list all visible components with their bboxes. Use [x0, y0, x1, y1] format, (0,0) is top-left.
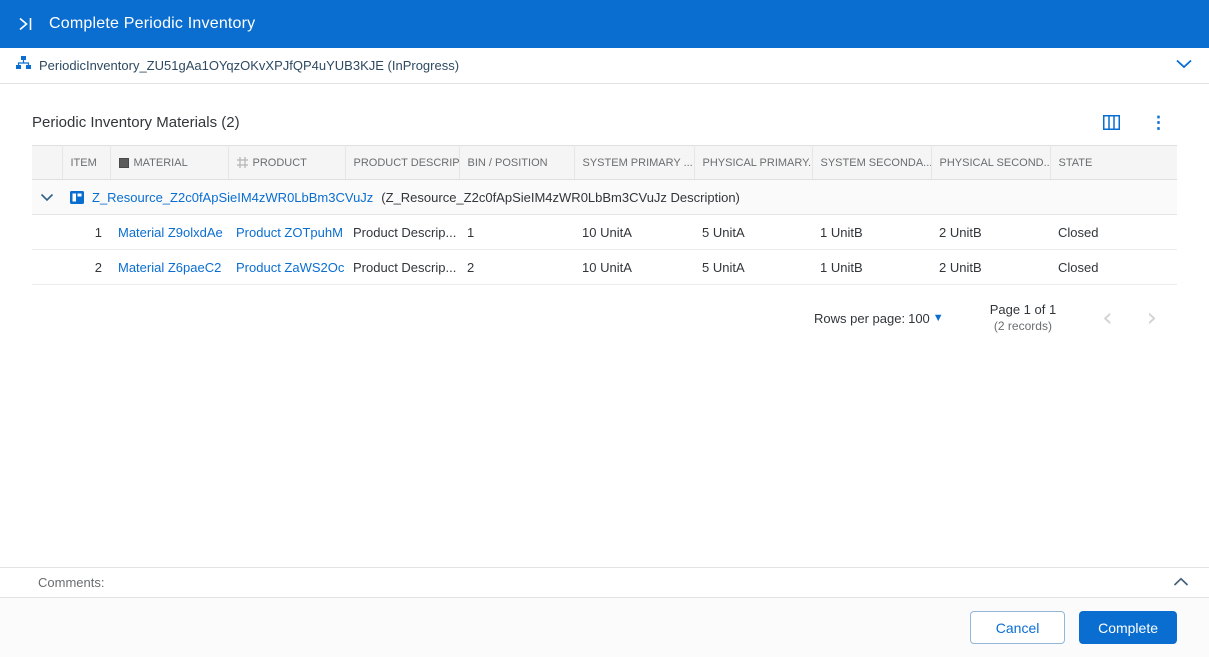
- order-header-bar: PeriodicInventory_ZU51gAa1OYqzOKvXPJfQP4…: [0, 48, 1209, 84]
- caret-down-icon: ▼: [932, 312, 944, 324]
- table-row: 2 Material Z6paeC2 Product ZaWS2Oc Produ…: [32, 249, 1177, 285]
- cell-system-primary: 10 UnitA: [574, 249, 694, 285]
- col-system-secondary[interactable]: SYSTEM SECONDA...: [812, 145, 932, 180]
- col-item[interactable]: ITEM: [62, 145, 111, 180]
- pagination-bar: Rows per page: 100 ▼ Page 1 of 1 (2 recor…: [32, 285, 1177, 349]
- complete-periodic-inventory-window: Complete Periodic Inventory PeriodicInve…: [0, 0, 1209, 657]
- cell-system-secondary: 1 UnitB: [812, 214, 931, 250]
- cancel-button[interactable]: Cancel: [970, 611, 1066, 644]
- cell-item: 1: [62, 214, 110, 250]
- cell-material: Material Z9olxdAe: [110, 214, 228, 250]
- col-material[interactable]: MATERIAL: [110, 145, 229, 180]
- cell-product-description: Product Descrip...: [345, 214, 459, 250]
- rows-per-page-value: 100: [908, 310, 930, 326]
- material-column-icon: [118, 157, 129, 168]
- material-link[interactable]: Material Z9olxdAe: [118, 225, 223, 240]
- expand-comments-chevron-up-icon[interactable]: [1173, 575, 1189, 590]
- col-physical-primary[interactable]: PHYSICAL PRIMARY...: [694, 145, 813, 180]
- cell-physical-secondary: 2 UnitB: [931, 214, 1050, 250]
- cell-product-description: Product Descrip...: [345, 249, 459, 285]
- resource-icon: [70, 190, 84, 204]
- cell-bin-position: 1: [459, 214, 574, 250]
- col-system-primary[interactable]: SYSTEM PRIMARY ...: [574, 145, 695, 180]
- columns-icon: [1103, 115, 1120, 130]
- records-label: (2 records): [993, 319, 1052, 333]
- cell-physical-primary: 5 UnitA: [694, 249, 812, 285]
- empty-area: [32, 349, 1177, 567]
- cell-system-secondary: 1 UnitB: [812, 249, 931, 285]
- comments-label: Comments:: [38, 575, 105, 590]
- collapse-group-chevron-down-icon[interactable]: [40, 190, 54, 205]
- col-state[interactable]: STATE: [1050, 145, 1177, 180]
- page-title: Complete Periodic Inventory: [49, 15, 256, 32]
- main-content: Periodic Inventory Materials (2) ⋮ ITEM …: [0, 84, 1209, 567]
- previous-page-icon[interactable]: ‹: [1102, 305, 1112, 331]
- materials-section-title: Periodic Inventory Materials (2): [32, 114, 240, 131]
- cell-physical-primary: 5 UnitA: [694, 214, 812, 250]
- cell-system-primary: 10 UnitA: [574, 214, 694, 250]
- col-bin-position[interactable]: BIN / POSITION: [459, 145, 575, 180]
- cell-state: Closed: [1050, 214, 1177, 250]
- collapse-order-chevron-down-icon[interactable]: [1175, 57, 1193, 75]
- product-link[interactable]: Product ZOTpuhM: [236, 225, 343, 240]
- materials-table: ITEM MATERIAL PRODUCT PRODUCT DESCRIP...…: [32, 145, 1177, 285]
- hierarchy-icon: [16, 56, 31, 75]
- cell-state: Closed: [1050, 249, 1177, 285]
- group-label-cell: Z_Resource_Z2c0fApSieIM4zWR0LbBm3CVuJz (…: [62, 179, 1177, 215]
- materials-section-header: Periodic Inventory Materials (2) ⋮: [32, 112, 1177, 133]
- col-physical-secondary[interactable]: PHYSICAL SECOND...: [931, 145, 1051, 180]
- row-expand-cell: [32, 214, 62, 250]
- kebab-icon: ⋮: [1150, 113, 1167, 132]
- expand-column-header: [32, 145, 63, 180]
- material-link[interactable]: Material Z6paeC2: [118, 260, 221, 275]
- expand-navigation-icon[interactable]: [16, 15, 35, 33]
- complete-button[interactable]: Complete: [1079, 611, 1177, 644]
- rows-per-page-dropdown[interactable]: Rows per page: 100 ▼: [814, 311, 944, 326]
- page-navigation: ‹ ›: [1102, 305, 1169, 331]
- table-row: 1 Material Z9olxdAe Product ZOTpuhM Prod…: [32, 214, 1177, 250]
- group-expand-cell: [32, 179, 62, 215]
- resource-link[interactable]: Z_Resource_Z2c0fApSieIM4zWR0LbBm3CVuJz: [92, 190, 373, 205]
- footer-action-bar: Cancel Complete: [0, 597, 1209, 657]
- page-label: Page 1 of 1: [989, 302, 1057, 317]
- app-header: Complete Periodic Inventory: [0, 0, 1209, 48]
- column-settings-button[interactable]: [1101, 113, 1122, 132]
- overflow-menu-button[interactable]: ⋮: [1148, 112, 1169, 133]
- row-expand-cell: [32, 249, 62, 285]
- col-material-label: MATERIAL: [133, 156, 188, 169]
- col-product-description[interactable]: PRODUCT DESCRIP...: [345, 145, 460, 180]
- resource-group-row: Z_Resource_Z2c0fApSieIM4zWR0LbBm3CVuJz (…: [32, 179, 1177, 215]
- cell-product: Product ZOTpuhM: [228, 214, 345, 250]
- cell-physical-secondary: 2 UnitB: [931, 249, 1050, 285]
- col-product[interactable]: PRODUCT: [228, 145, 346, 180]
- cell-item: 2: [62, 249, 110, 285]
- cell-product: Product ZaWS2Oc: [228, 249, 345, 285]
- product-link[interactable]: Product ZaWS2Oc: [236, 260, 344, 275]
- col-product-label: PRODUCT: [252, 156, 307, 169]
- order-name-label: PeriodicInventory_ZU51gAa1OYqzOKvXPJfQP4…: [39, 58, 460, 73]
- cell-bin-position: 2: [459, 249, 574, 285]
- table-actions: ⋮: [1101, 112, 1177, 133]
- cell-material: Material Z6paeC2: [110, 249, 228, 285]
- resource-description: (Z_Resource_Z2c0fApSieIM4zWR0LbBm3CVuJz …: [381, 189, 740, 205]
- comments-panel-header: Comments:: [0, 567, 1209, 597]
- next-page-icon[interactable]: ›: [1147, 305, 1157, 331]
- page-info: Page 1 of 1 (2 records): [990, 301, 1057, 335]
- product-column-icon: [236, 157, 248, 168]
- rows-per-page-label: Rows per page:: [814, 310, 906, 326]
- table-header-row: ITEM MATERIAL PRODUCT PRODUCT DESCRIP...…: [32, 145, 1177, 180]
